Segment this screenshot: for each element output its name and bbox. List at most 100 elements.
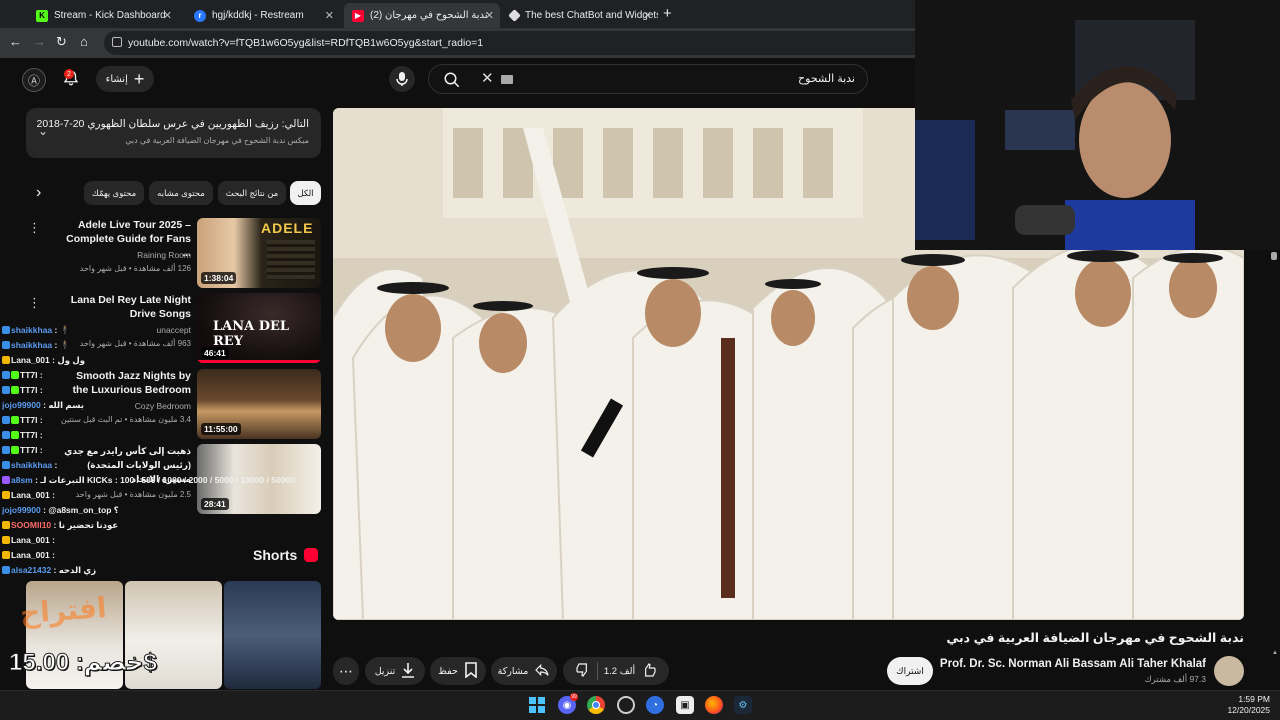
channel-name: unaccept <box>156 325 192 335</box>
system-clock[interactable]: 1:59 PM 12/20/2025 <box>1227 694 1270 716</box>
close-icon[interactable]: ✕ <box>643 9 652 22</box>
video-meta: 963 ألف مشاهدة • قبل شهر واحد <box>79 339 191 348</box>
share-icon <box>534 662 550 681</box>
chat-message: TT7l : <box>2 445 43 455</box>
video-meta: 126 ألف مشاهدة • قبل شهر واحد <box>79 264 191 273</box>
browser-tab-strip: K Stream - Kick Dashboard ✕ r hgj/kddkj … <box>0 0 915 28</box>
webcam-overlay <box>915 0 1280 250</box>
like-count[interactable]: 1.2 ألف <box>604 666 635 677</box>
chip-related[interactable]: محتوى مشابه <box>149 181 213 205</box>
site-settings-icon[interactable] <box>112 37 122 47</box>
chip-from-search[interactable]: من نتائج البحث <box>218 181 286 205</box>
bookmark-icon <box>464 661 478 681</box>
close-icon[interactable]: ✕ <box>325 9 334 22</box>
tab-title: (2) ندبة الشحوح في مهرجان <box>370 10 488 21</box>
share-label: مشاركة <box>497 665 529 677</box>
subscriber-count: 97.3 ألف مشترك <box>1144 674 1206 684</box>
tab-restream[interactable]: r hgj/kddkj - Restream ✕ <box>186 3 340 28</box>
save-button[interactable]: حفظ <box>430 657 486 685</box>
download-label: تنزيل <box>374 665 396 677</box>
video-thumbnail[interactable]: ADELE 1:38:04 <box>197 218 321 288</box>
short-thumbnail[interactable] <box>224 581 321 689</box>
youtube-icon: ▶ <box>352 9 364 22</box>
reload-icon[interactable]: ↻ <box>56 34 67 50</box>
download-button[interactable]: تنزيل <box>365 657 425 685</box>
chat-message: TT7l : <box>2 370 43 380</box>
tab-youtube[interactable]: ▶ (2) ندبة الشحوح في مهرجان ✕ <box>344 3 500 28</box>
home-icon[interactable]: ⌂ <box>80 34 88 49</box>
chat-message: Lana_001 : <box>2 535 55 545</box>
thumbnail-text: LANA DEL REY <box>213 319 290 349</box>
app-icon-blue[interactable]: ◔ <box>646 696 664 714</box>
recommendation-item[interactable]: ADELE 1:38:04 ⋮ Adele Live Tour 2025 – C… <box>26 218 321 288</box>
clock-time: 1:59 PM <box>1238 694 1270 704</box>
subscribe-button[interactable]: اشتراك <box>887 657 933 685</box>
microphone-icon <box>396 72 408 86</box>
chip-for-you[interactable]: محتوى يهمّك <box>84 181 144 205</box>
stream-overlay-text: افتراح <box>19 592 108 629</box>
video-duration: 11:55:00 <box>201 423 241 435</box>
video-meta: 2.5 مليون مشاهدة • قبل شهر واحد <box>75 490 191 499</box>
dislike-icon[interactable] <box>575 662 591 681</box>
chat-message: shaikkhaa : 🕴 <box>2 340 70 351</box>
create-label: إنشاء <box>105 73 128 85</box>
video-meta: 3.4 مليون مشاهدة • تم البث قبل سنتين <box>60 415 191 424</box>
channel-name[interactable]: Prof. Dr. Sc. Norman Ali Bassam Ali Tahe… <box>940 658 1206 670</box>
kick-icon: K <box>36 9 48 22</box>
close-icon[interactable]: ✕ <box>485 9 494 22</box>
obs-icon[interactable] <box>617 696 635 714</box>
channel-avatar[interactable] <box>1214 656 1244 686</box>
taskbar <box>0 690 1280 720</box>
chat-message: jojo99900 : @a8sm_on_top ؟ <box>2 505 119 515</box>
account-avatar[interactable]: Ⓐ <box>22 68 46 92</box>
forward-icon[interactable]: → <box>33 34 46 49</box>
tab-kick-dashboard[interactable]: K Stream - Kick Dashboard ✕ <box>28 3 178 28</box>
download-icon <box>401 662 415 681</box>
search-query: ندبة الشحوح <box>798 73 855 85</box>
windows-start-icon[interactable] <box>528 696 546 714</box>
tab-botrix[interactable]: The best ChatBot and Widgets ✕ <box>502 3 658 28</box>
capture-app-icon[interactable]: ▣ <box>676 696 694 714</box>
share-button[interactable]: مشاركة <box>491 657 557 685</box>
shorts-heading: Shorts <box>253 547 298 563</box>
clock-date: 12/20/2025 <box>1227 705 1270 715</box>
scroll-arrow-icon[interactable]: ▲ <box>1272 650 1278 656</box>
more-options-icon[interactable]: ⋮ <box>28 295 41 311</box>
chips-next-icon[interactable]: › <box>36 184 41 202</box>
chrome-icon[interactable] <box>587 696 605 714</box>
create-button[interactable]: إنشاء + <box>96 66 154 92</box>
playlist-next-up-panel[interactable]: ⌄ التالي: رزيف الظهوريين في عرس سلطان ال… <box>26 108 321 158</box>
back-icon[interactable]: ← <box>9 34 22 49</box>
steam-icon[interactable]: ⚙ <box>734 696 752 714</box>
tab-title: hgj/kddkj - Restream <box>212 10 304 21</box>
address-bar[interactable]: youtube.com/watch?v=fTQB1w6O5yg&list=RDf… <box>104 31 915 55</box>
channel-name: Cozy Bedroom <box>134 401 191 411</box>
webcam-frame <box>915 0 1280 250</box>
page-scrollbar[interactable] <box>1271 252 1277 260</box>
voice-search-button[interactable] <box>389 66 415 92</box>
channel-name: Raining Room <box>137 250 191 260</box>
chat-message: SOOMII10 : عودنا تحضير نا <box>2 520 118 531</box>
chat-message: TT7l : <box>2 415 43 425</box>
thumbnail-text: ADELE <box>261 220 314 236</box>
more-actions-icon[interactable]: ⋯ <box>333 657 359 685</box>
close-icon[interactable]: ✕ <box>163 9 172 22</box>
chat-message: TT7l : <box>2 385 43 395</box>
search-icon[interactable] <box>443 71 461 94</box>
new-tab-icon[interactable]: + <box>663 5 672 22</box>
video-thumbnail[interactable]: 11:55:00 <box>197 369 321 439</box>
more-options-icon[interactable]: ⋮ <box>28 220 41 236</box>
video-title: Smooth Jazz Nights by the Luxurious Bedr… <box>72 370 191 396</box>
chat-message: Lana_001 : ول ول <box>2 355 85 366</box>
stream-overlay-price: خصم: 15.00$ <box>9 649 158 677</box>
chip-all[interactable]: الكل <box>290 181 321 205</box>
firefox-icon[interactable] <box>705 696 723 714</box>
like-icon[interactable] <box>641 662 657 681</box>
keyboard-icon[interactable] <box>501 75 513 84</box>
shorts-icon <box>304 548 318 562</box>
tab-title: Stream - Kick Dashboard <box>54 10 166 21</box>
video-title: Lana Del Rey Late Night Drive Songs <box>70 294 191 320</box>
search-input[interactable]: ✕ ندبة الشحوح <box>428 64 868 94</box>
clear-search-icon[interactable]: ✕ <box>481 69 494 87</box>
video-thumbnail[interactable]: LANA DEL REY 46:41 <box>197 293 321 363</box>
